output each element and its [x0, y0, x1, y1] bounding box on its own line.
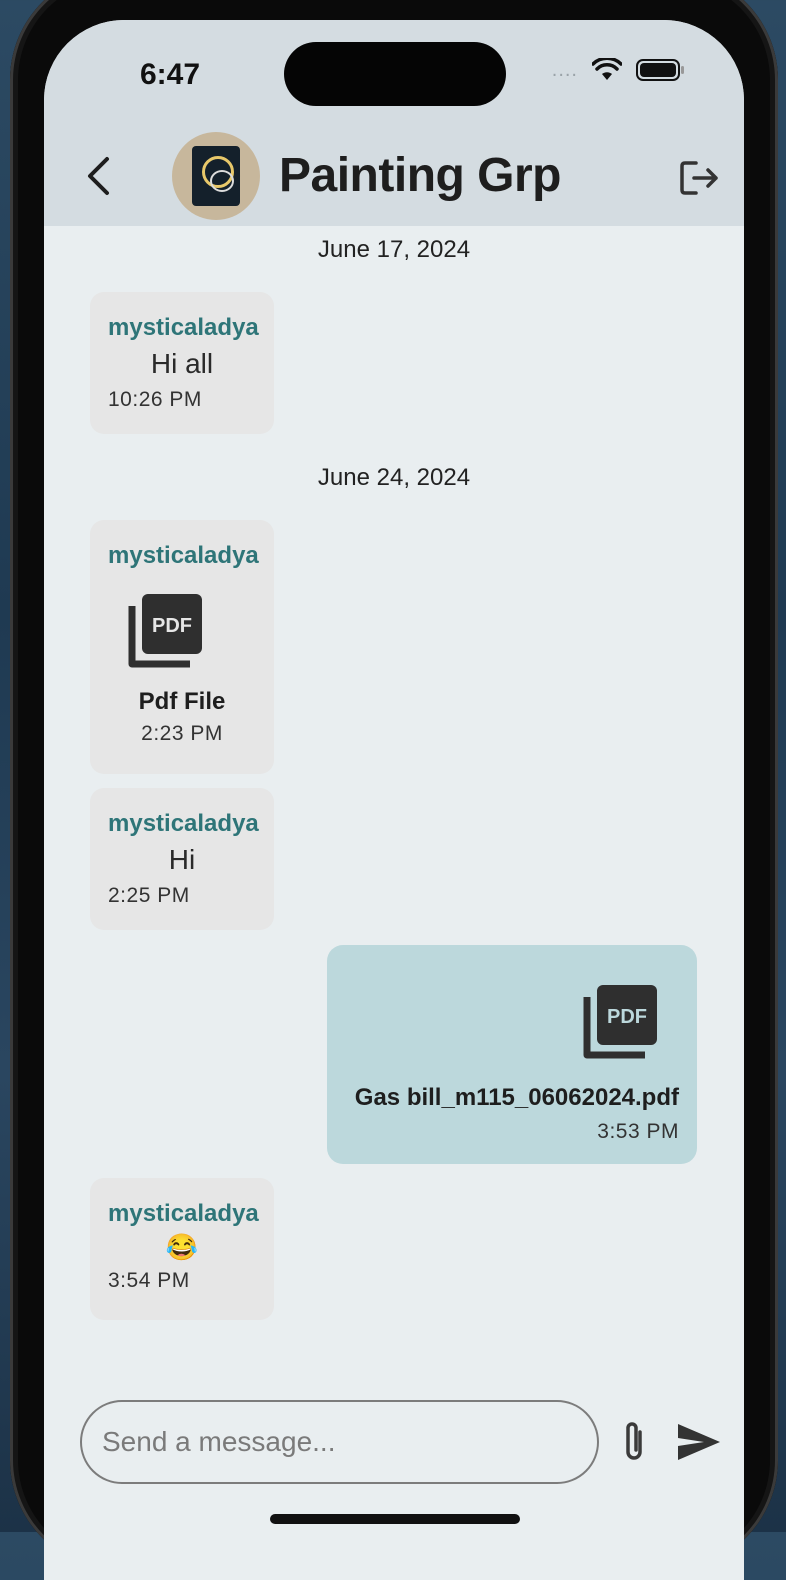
app-screen: 6:47 .... Painting Grp June 17, 2024 mys…	[44, 20, 744, 1580]
message-bubble[interactable]: mysticaladya Hi 2:25 PM	[90, 788, 274, 930]
back-button[interactable]	[78, 154, 118, 198]
wifi-icon	[592, 58, 622, 80]
message-bubble[interactable]: mysticaladya 😂 3:54 PM	[90, 1178, 274, 1320]
group-avatar[interactable]	[172, 132, 260, 220]
battery-icon	[636, 59, 684, 81]
date-separator: June 24, 2024	[317, 464, 471, 491]
signal-dots-icon: ....	[551, 58, 578, 81]
message-text: Hi	[168, 844, 196, 875]
chevron-left-icon	[88, 157, 109, 195]
status-time: 6:47	[140, 58, 201, 91]
send-icon	[678, 1424, 720, 1460]
message-sender: mysticaladya	[108, 810, 259, 837]
chat-header: Painting Grp	[44, 126, 744, 226]
svg-text:PDF: PDF	[152, 615, 192, 637]
send-button[interactable]	[674, 1420, 724, 1464]
message-time: 2:25 PM	[108, 884, 190, 907]
message-time: 2:23 PM	[141, 722, 223, 745]
message-bubble-outgoing[interactable]: PDF Gas bill_m115_06062024.pdf 3:53 PM	[327, 945, 697, 1164]
message-time: 3:54 PM	[108, 1269, 190, 1292]
leave-group-button[interactable]	[678, 158, 722, 198]
dynamic-island	[284, 42, 506, 106]
status-icons: ....	[552, 58, 686, 82]
status-bar: 6:47 ....	[44, 20, 744, 126]
attach-button[interactable]	[616, 1418, 652, 1466]
message-sender: mysticaladya	[108, 1200, 259, 1227]
message-sender: mysticaladya	[108, 542, 259, 569]
paperclip-icon	[626, 1422, 642, 1460]
file-name: Pdf File	[138, 688, 226, 715]
file-name: Gas bill_m115_06062024.pdf	[354, 1084, 679, 1111]
message-composer	[44, 1390, 744, 1500]
message-time: 10:26 PM	[108, 388, 202, 411]
emoji-laughing: 😂	[165, 1232, 199, 1262]
svg-text:PDF: PDF	[607, 1006, 647, 1028]
home-indicator[interactable]	[270, 1514, 520, 1524]
message-text: Hi all	[150, 348, 214, 379]
chat-title: Painting Grp	[279, 149, 562, 202]
pdf-file-icon[interactable]: PDF	[128, 592, 204, 668]
date-separator: June 17, 2024	[317, 236, 471, 263]
message-bubble[interactable]: mysticaladya Hi all 10:26 PM	[90, 292, 274, 434]
pdf-file-icon[interactable]: PDF	[583, 983, 659, 1059]
logout-icon	[680, 161, 718, 195]
message-time: 3:53 PM	[597, 1120, 679, 1143]
message-input[interactable]	[80, 1400, 599, 1484]
message-bubble[interactable]: mysticaladya PDF Pdf File 2:23 PM	[90, 520, 274, 774]
message-sender: mysticaladya	[108, 314, 259, 341]
